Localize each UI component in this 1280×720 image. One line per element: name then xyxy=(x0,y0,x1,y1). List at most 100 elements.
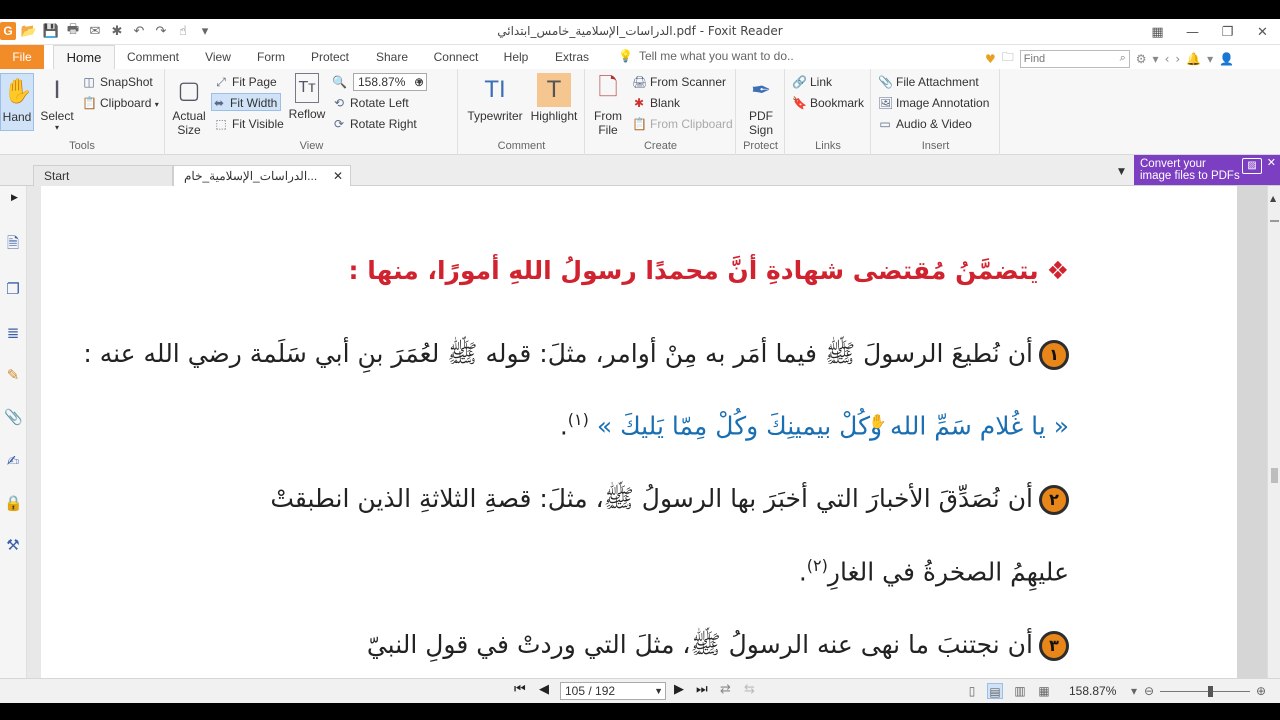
continuous-facing-view-icon[interactable]: ▦ xyxy=(1036,683,1052,699)
from-clipboard-button[interactable]: 📋 From Clipboard xyxy=(632,115,733,133)
redo-icon[interactable]: ↷ xyxy=(152,22,170,40)
next-page-icon[interactable]: ▶ xyxy=(674,682,684,697)
close-icon[interactable]: ✕ xyxy=(1267,157,1276,169)
rotate-right-button[interactable]: ⟳ Rotate Right xyxy=(332,115,417,133)
from-scanner-button[interactable]: 🖨 From Scanner xyxy=(632,73,726,91)
document-viewport[interactable]: ❖يتضمَّنُ مُقتضى شهادةِ أنَّ محمدًا رسول… xyxy=(41,186,1267,678)
tab-file[interactable]: File xyxy=(0,45,44,69)
fit-width-button[interactable]: ⬌ Fit Width xyxy=(211,93,282,111)
tab-connect[interactable]: Connect xyxy=(426,45,486,69)
comments-panel-icon[interactable]: ✎ xyxy=(4,366,22,384)
scroll-grip[interactable] xyxy=(1270,220,1279,222)
email-icon[interactable]: ✉ xyxy=(86,22,104,40)
minimize-button[interactable]: — xyxy=(1175,19,1210,45)
select-button[interactable]: Ⅰ Select ▾ xyxy=(38,73,76,133)
typewriter-button[interactable]: TI Typewriter xyxy=(465,73,525,123)
back-icon[interactable]: ‹ xyxy=(1165,52,1170,66)
forward-icon[interactable]: › xyxy=(1175,52,1180,66)
file-attachment-button[interactable]: 📎 File Attachment xyxy=(878,73,979,91)
scroll-up-icon[interactable]: ▲ xyxy=(1270,194,1276,203)
tab-share[interactable]: Share xyxy=(368,45,416,69)
vertical-scrollbar[interactable]: ▲ xyxy=(1267,186,1280,678)
new-icon[interactable]: ✱ xyxy=(108,22,126,40)
tab-protect[interactable]: Protect xyxy=(302,45,358,69)
pages-panel-icon[interactable]: ❐ xyxy=(4,280,22,298)
tab-comment[interactable]: Comment xyxy=(120,45,186,69)
notification-bell-icon[interactable]: 🔔 xyxy=(1186,52,1201,66)
link-button[interactable]: 🔗 Link xyxy=(792,73,832,91)
from-file-button[interactable]: 🗋 From File xyxy=(590,73,626,138)
tab-help[interactable]: Help xyxy=(496,45,536,69)
tab-list-dropdown-icon[interactable]: ▼ xyxy=(1118,167,1125,177)
chevron-down-icon[interactable]: ▾ xyxy=(1207,52,1213,66)
zoom-slider-knob[interactable] xyxy=(1208,686,1213,697)
customize-toolbar-icon[interactable]: ▾ xyxy=(196,22,214,40)
hand-tool-quick-icon[interactable]: ☝ xyxy=(174,22,192,40)
tab-view[interactable]: View xyxy=(196,45,240,69)
tools-panel-icon[interactable]: ⚒ xyxy=(4,536,22,554)
hand-button[interactable]: ✋ Hand xyxy=(0,73,34,131)
undo-icon[interactable]: ↶ xyxy=(130,22,148,40)
convert-promo-banner[interactable]: Convert your image files to PDFs ▨ ✕ xyxy=(1134,155,1280,185)
find-input[interactable]: Find ⌕ xyxy=(1019,49,1130,68)
save-icon[interactable]: 💾 xyxy=(42,22,60,40)
foxit-logo-icon[interactable]: G xyxy=(0,22,16,40)
open-icon[interactable]: 📂 xyxy=(20,22,38,40)
next-view-icon[interactable]: ⇆ xyxy=(744,682,755,697)
print-icon[interactable]: 🖶 xyxy=(64,22,82,40)
grid-layout-icon[interactable]: ▦ xyxy=(1140,19,1175,45)
layers-panel-icon[interactable]: ≣ xyxy=(4,324,22,342)
folder-search-icon[interactable]: 🗀 xyxy=(1002,48,1014,69)
tell-me-box[interactable]: 💡 Tell me what you want to do.. xyxy=(618,49,794,63)
first-page-icon[interactable]: ⏮ xyxy=(514,682,526,697)
user-account-icon[interactable]: 👤 xyxy=(1219,52,1234,66)
previous-page-icon[interactable]: ◀ xyxy=(539,682,549,697)
zoom-out-button-icon[interactable]: ⊖ xyxy=(1141,683,1157,699)
highlight-button[interactable]: T Highlight xyxy=(529,73,579,123)
facing-view-icon[interactable]: ▥ xyxy=(1012,683,1028,699)
tab-home[interactable]: Home xyxy=(53,45,115,69)
single-page-view-icon[interactable]: ▯ xyxy=(964,683,980,699)
previous-view-icon[interactable]: ⇄ xyxy=(720,682,731,697)
rotate-left-button[interactable]: ⟲ Rotate Left xyxy=(332,94,409,112)
status-zoom-value[interactable]: 158.87% xyxy=(1069,684,1116,698)
bookmarks-panel-icon[interactable]: 🗎 xyxy=(4,234,22,252)
close-tab-icon[interactable]: ✕ xyxy=(333,166,343,186)
attachments-panel-icon[interactable]: 📎 xyxy=(4,408,23,426)
clipboard-icon: 📋 xyxy=(82,96,97,110)
blank-button[interactable]: ✱ Blank xyxy=(632,94,680,112)
bookmark-button[interactable]: 🔖 Bookmark xyxy=(792,94,864,112)
chevron-down-icon[interactable]: ▾ xyxy=(1153,52,1159,66)
zoom-in-icon[interactable]: ⊕ xyxy=(414,73,424,91)
reflow-button[interactable]: Tт Reflow xyxy=(288,73,326,121)
security-lock-icon[interactable]: 🔒 xyxy=(4,494,23,512)
restore-button[interactable]: ❐ xyxy=(1210,19,1245,45)
expand-panel-icon[interactable]: ▶ xyxy=(11,193,18,203)
snapshot-button[interactable]: ◫ SnapShot xyxy=(82,73,152,91)
tab-form[interactable]: Form xyxy=(250,45,292,69)
zoom-out-icon[interactable]: 🔍 xyxy=(332,73,350,91)
signatures-panel-icon[interactable]: ✍ xyxy=(4,452,22,470)
zoom-slider[interactable] xyxy=(1160,686,1250,697)
tab-document[interactable]: الدراسات_الإسلامية_خام... ✕ xyxy=(173,165,351,186)
zoom-in-button-icon[interactable]: ⊕ xyxy=(1253,683,1269,699)
last-page-icon[interactable]: ⏭ xyxy=(696,682,708,697)
audio-video-button[interactable]: ▭ Audio & Video xyxy=(878,115,972,133)
pdf-sign-button[interactable]: ✒ PDF Sign xyxy=(743,73,779,138)
panel-splitter[interactable] xyxy=(27,186,41,678)
fit-visible-button[interactable]: ⬚ Fit Visible xyxy=(214,115,283,133)
chevron-down-icon[interactable]: ▾ xyxy=(1126,683,1142,699)
fit-page-button[interactable]: ⤢ Fit Page xyxy=(214,73,277,91)
search-icon[interactable]: ⌕ xyxy=(1120,52,1126,65)
tab-start[interactable]: Start xyxy=(33,165,173,186)
continuous-view-icon[interactable]: ▤ xyxy=(987,683,1003,699)
actual-size-button[interactable]: ▢ Actual Size xyxy=(172,73,206,138)
clipboard-button[interactable]: 📋 Clipboard ▾ xyxy=(82,94,159,112)
scroll-thumb[interactable] xyxy=(1271,468,1278,483)
tab-extras[interactable]: Extras xyxy=(546,45,598,69)
close-button[interactable]: ✕ xyxy=(1245,19,1280,45)
settings-gear-icon[interactable]: ⚙ xyxy=(1136,52,1147,66)
heart-icon[interactable]: ♥ xyxy=(985,52,996,66)
page-number-input[interactable]: 105 / 192 ▼ xyxy=(560,682,666,700)
image-annotation-button[interactable]: 🖼 Image Annotation xyxy=(878,94,989,112)
